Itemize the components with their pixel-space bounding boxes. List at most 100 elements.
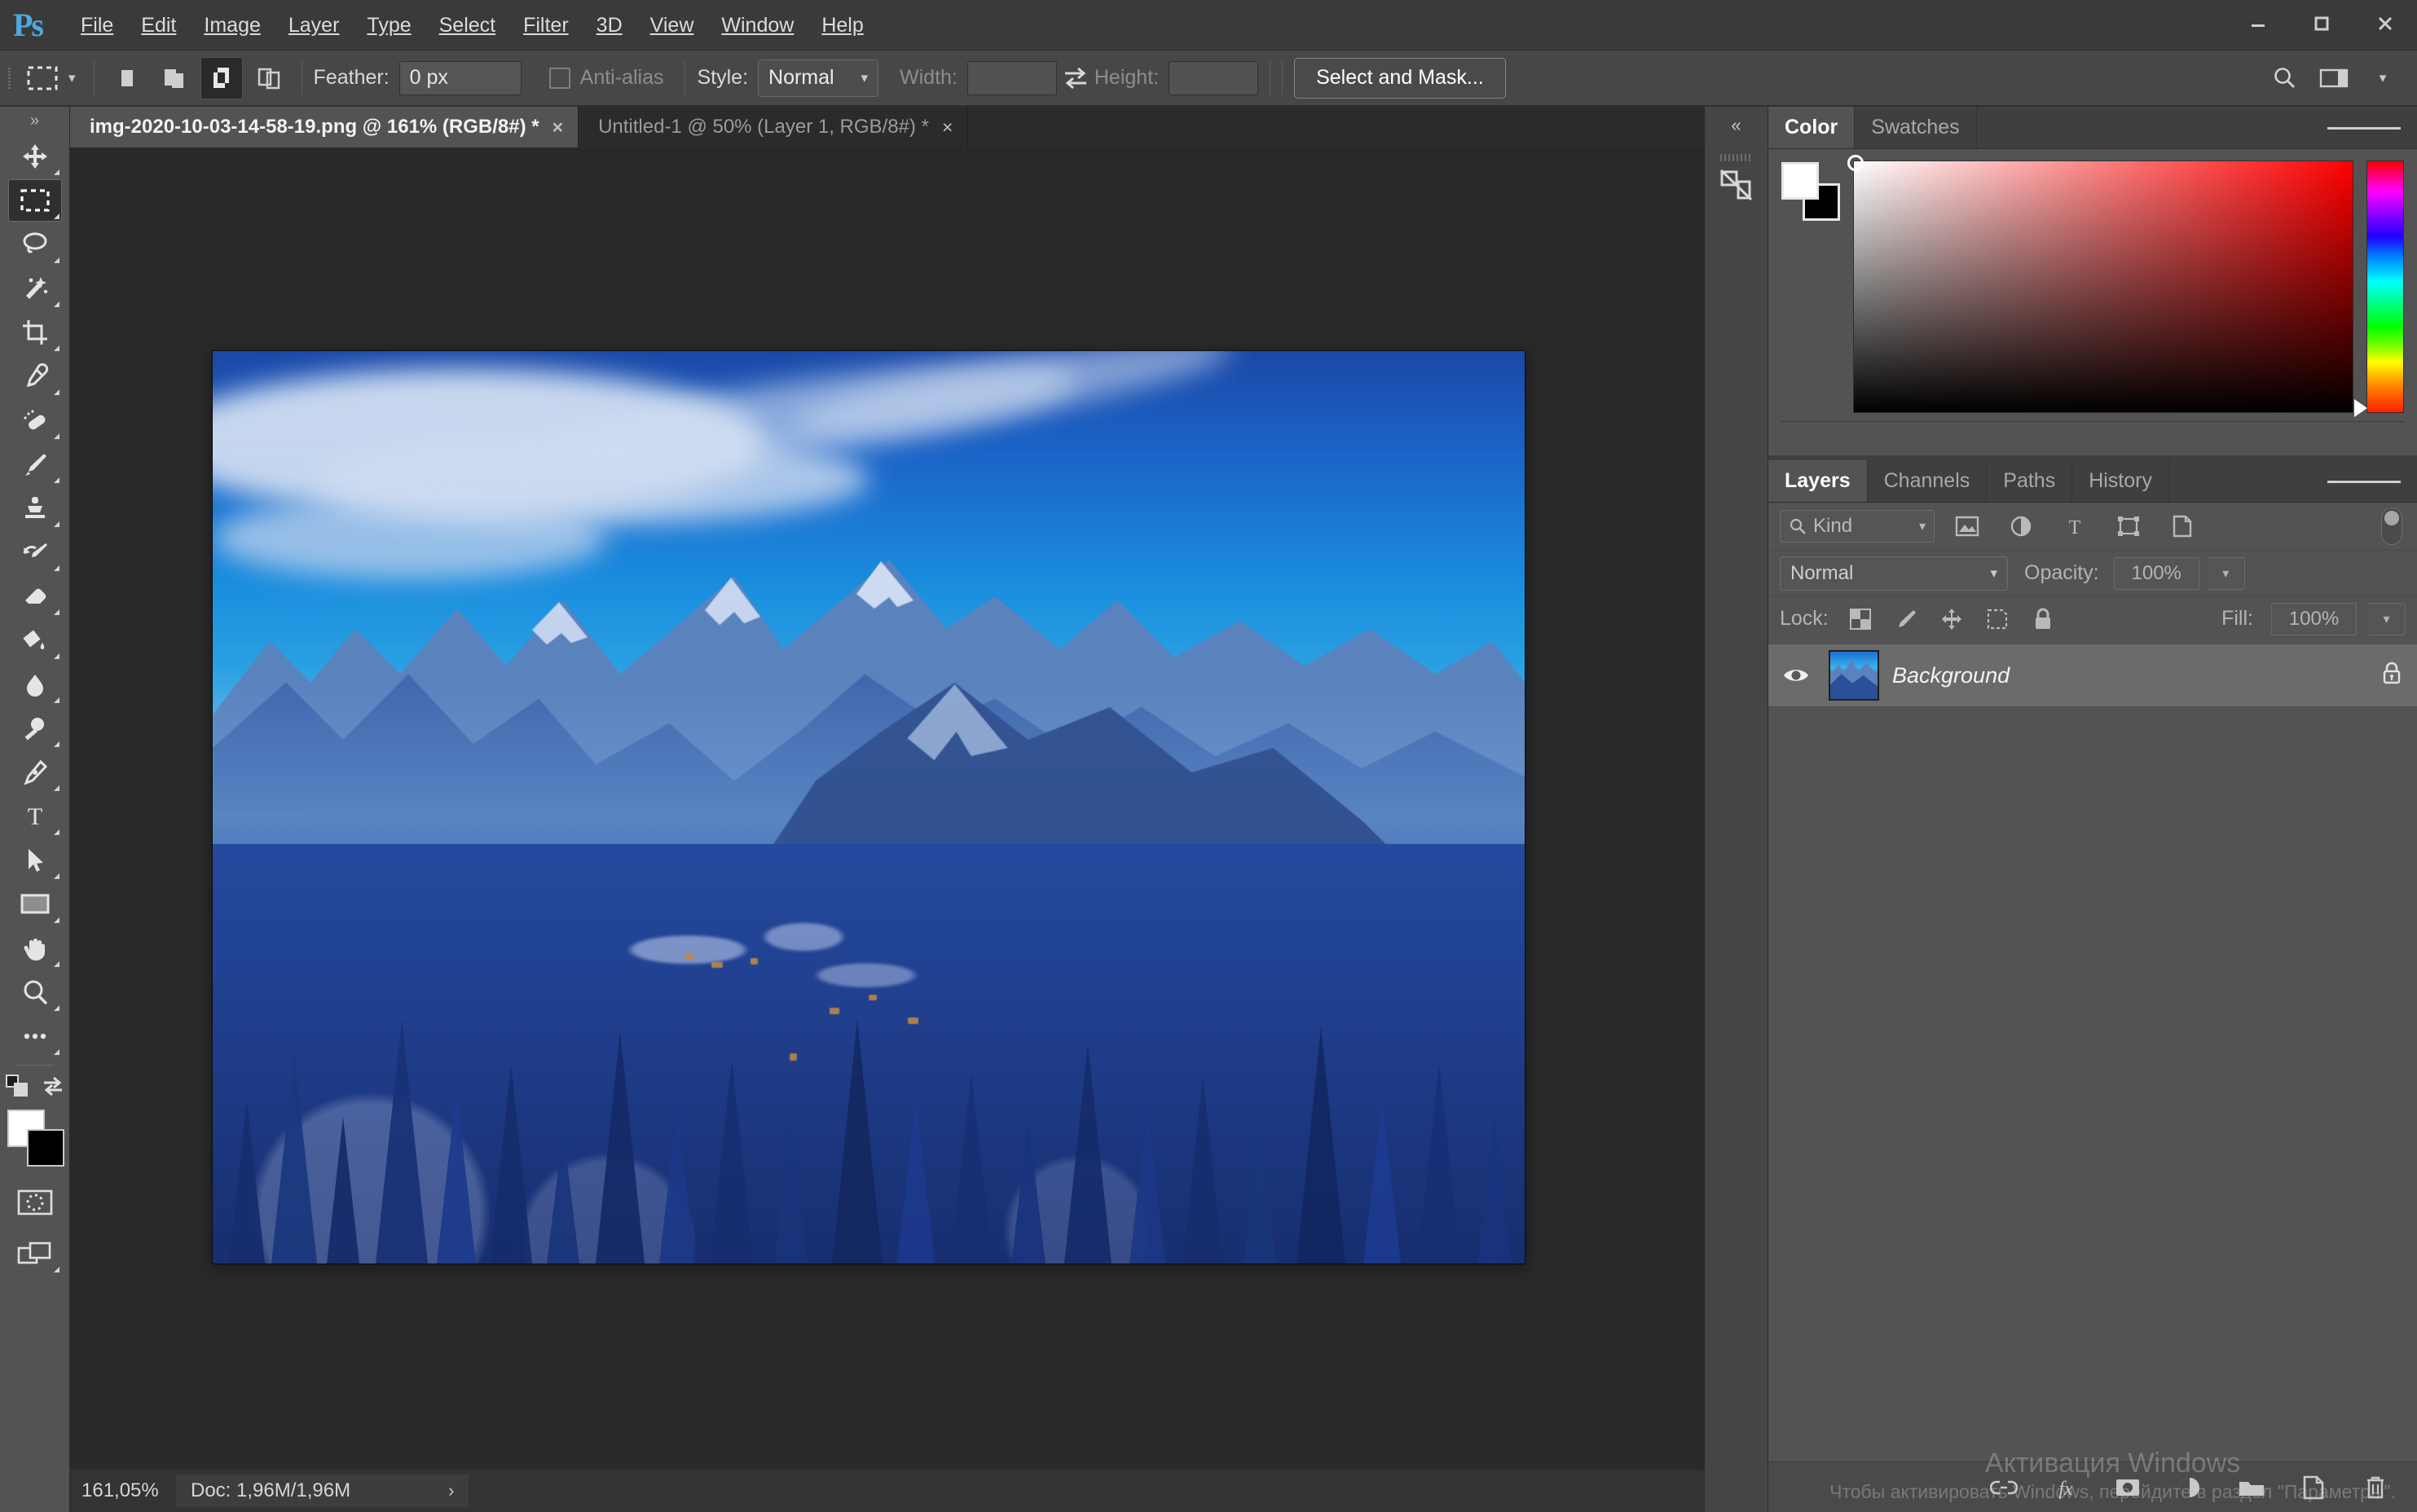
feather-input[interactable]: 0 px (398, 60, 522, 95)
tab-swatches[interactable]: Swatches (1855, 107, 1977, 148)
lock-all-icon[interactable] (2026, 602, 2060, 636)
menu-edit[interactable]: Edit (127, 0, 190, 51)
quick-mask-icon[interactable] (8, 1181, 62, 1224)
chevron-right-icon[interactable]: › (448, 1480, 454, 1501)
history-brush-tool[interactable] (8, 531, 62, 574)
opacity-stepper[interactable]: ▾ (2207, 556, 2245, 590)
tab-channels[interactable]: Channels (1867, 460, 1988, 502)
tab-paths[interactable]: Paths (1987, 460, 2073, 502)
close-icon[interactable]: × (553, 116, 563, 138)
zoom-level-field[interactable]: 161,05% (70, 1475, 176, 1507)
delete-layer-icon[interactable] (2358, 1470, 2393, 1505)
type-layer-filter-icon[interactable]: T (2054, 508, 2096, 545)
lock-artboard-nesting-icon[interactable] (1980, 602, 2014, 636)
layers-panel-menu-icon[interactable] (2321, 460, 2407, 503)
background-color-swatch[interactable] (26, 1129, 64, 1167)
maximize-icon[interactable] (2290, 0, 2353, 47)
menu-filter[interactable]: Filter (509, 0, 583, 51)
eraser-tool[interactable] (8, 575, 62, 618)
layer-name[interactable]: Background (1892, 663, 2010, 688)
menu-3d[interactable]: 3D (583, 0, 636, 51)
magic-wand-tool[interactable] (8, 267, 62, 310)
new-layer-icon[interactable] (2296, 1470, 2331, 1505)
search-icon[interactable] (2262, 55, 2308, 101)
options-bar-grip[interactable] (0, 51, 18, 106)
brush-tool[interactable] (8, 443, 62, 486)
swap-width-height-icon[interactable] (1057, 59, 1094, 97)
pixel-layer-filter-icon[interactable] (1946, 508, 1988, 545)
opacity-input[interactable]: 100% (2113, 556, 2199, 590)
workspace-switcher-icon[interactable] (2311, 55, 2357, 101)
canvas-area[interactable] (70, 147, 1705, 1469)
layer-thumbnail[interactable] (1829, 650, 1879, 701)
move-tool[interactable] (8, 135, 62, 178)
lock-position-icon[interactable] (1935, 602, 1969, 636)
add-to-selection-button[interactable] (153, 57, 196, 99)
hue-slider-marker[interactable] (2354, 399, 2367, 417)
zoom-tool[interactable] (8, 971, 62, 1013)
height-input[interactable] (1169, 60, 1259, 95)
tools-panel-grip[interactable]: » (0, 107, 70, 134)
collapse-panels-icon[interactable]: « (1705, 107, 1768, 144)
select-and-mask-button[interactable]: Select and Mask... (1294, 57, 1506, 99)
menu-window[interactable]: Window (707, 0, 808, 51)
tool-preset-picker[interactable]: ▾ (18, 60, 82, 96)
menu-type[interactable]: Type (353, 0, 425, 51)
lock-transparent-pixels-icon[interactable] (1843, 602, 1878, 636)
rectangle-tool[interactable] (8, 883, 62, 925)
menu-image[interactable]: Image (190, 0, 274, 51)
close-icon[interactable]: × (942, 116, 953, 138)
lock-image-pixels-icon[interactable] (1889, 602, 1923, 636)
color-picker-cursor[interactable] (1847, 155, 1864, 171)
anti-alias-checkbox[interactable] (548, 67, 570, 89)
chevron-down-icon[interactable]: ▾ (2360, 55, 2406, 101)
lasso-tool[interactable] (8, 223, 62, 266)
style-select[interactable]: Normal ▾ (758, 59, 879, 97)
swap-colors-icon[interactable] (42, 1075, 64, 1102)
hand-tool[interactable] (8, 927, 62, 969)
tab-layers[interactable]: Layers (1768, 460, 1868, 502)
layer-style-fx-icon[interactable]: fx (2049, 1470, 2083, 1505)
document-tab-secondary[interactable]: Untitled-1 @ 50% (Layer 1, RGB/8#) * × (579, 107, 969, 147)
blur-tool[interactable] (8, 663, 62, 705)
gradient-tool[interactable] (8, 619, 62, 662)
new-group-icon[interactable] (2234, 1470, 2269, 1505)
shape-layer-filter-icon[interactable] (2107, 508, 2150, 545)
edit-toolbar-tool[interactable] (8, 1015, 62, 1057)
subtract-from-selection-button[interactable] (200, 56, 243, 99)
hue-slider[interactable] (2354, 160, 2404, 417)
minimize-icon[interactable] (2226, 0, 2290, 47)
color-panel-menu-icon[interactable] (2321, 107, 2407, 149)
default-colors-icon[interactable] (5, 1074, 30, 1103)
tab-history[interactable]: History (2072, 460, 2169, 502)
spot-healing-brush-tool[interactable] (8, 399, 62, 442)
intersect-with-selection-button[interactable] (248, 57, 290, 99)
new-selection-button[interactable] (106, 57, 148, 99)
link-layers-icon[interactable] (1987, 1470, 2021, 1505)
pen-tool[interactable] (8, 751, 62, 793)
document-artboard[interactable] (213, 351, 1525, 1264)
menu-select[interactable]: Select (425, 0, 509, 51)
layer-filter-kind-select[interactable]: Kind ▾ (1780, 510, 1935, 543)
close-icon[interactable] (2353, 0, 2417, 47)
document-tab-active[interactable]: img-2020-10-03-14-58-19.png @ 161% (RGB/… (70, 107, 579, 147)
rectangular-marquee-tool[interactable] (7, 179, 62, 222)
width-input[interactable] (966, 60, 1057, 95)
document-info[interactable]: Doc: 1,96M/1,96M › (176, 1475, 469, 1507)
screen-mode-icon[interactable] (8, 1233, 62, 1275)
clone-stamp-tool[interactable] (8, 487, 62, 530)
path-selection-tool[interactable] (8, 839, 62, 881)
crop-tool[interactable] (8, 311, 62, 354)
dodge-tool[interactable] (8, 707, 62, 749)
layer-visibility-toggle-icon[interactable] (1776, 656, 1816, 695)
layer-row-background[interactable]: Background (1768, 644, 2417, 706)
histogram-panel-icon[interactable] (1705, 144, 1768, 222)
color-gradient-field[interactable] (1847, 155, 2353, 413)
smart-object-filter-icon[interactable] (2161, 508, 2203, 545)
new-adjustment-layer-icon[interactable] (2173, 1470, 2207, 1505)
menu-help[interactable]: Help (808, 0, 877, 51)
menu-view[interactable]: View (636, 0, 708, 51)
add-layer-mask-icon[interactable] (2111, 1470, 2145, 1505)
tab-color[interactable]: Color (1768, 107, 1856, 148)
fill-stepper[interactable]: ▾ (2368, 602, 2406, 635)
